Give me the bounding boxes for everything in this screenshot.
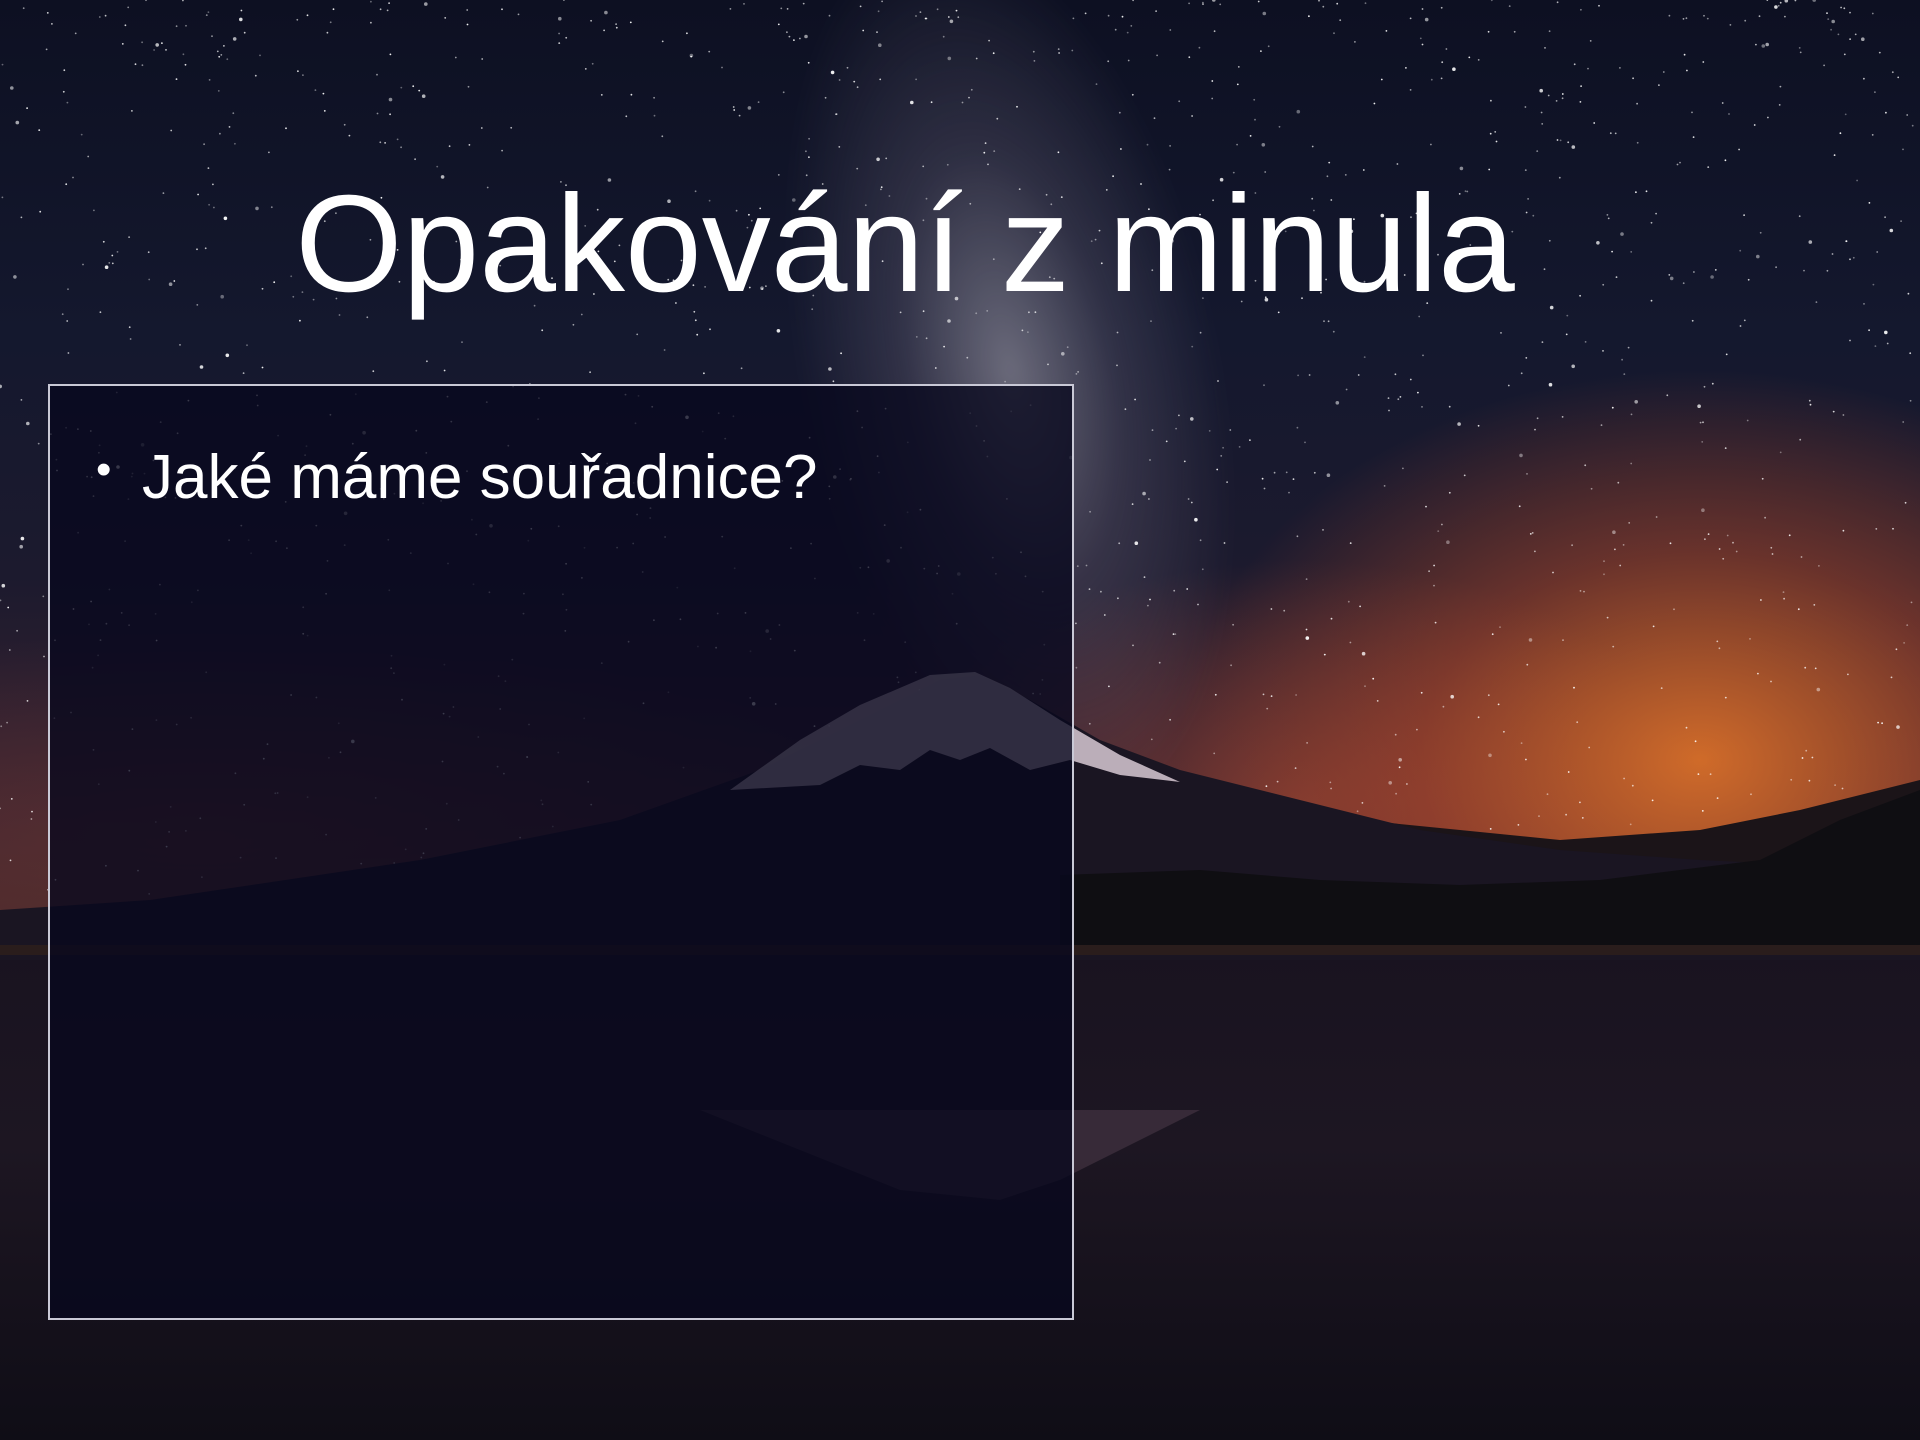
slide: Opakování z minula • Jaké máme souřadnic… — [0, 0, 1920, 1440]
bullet-text: Jaké máme souřadnice? — [142, 443, 818, 512]
content-panel — [48, 384, 1074, 1320]
bullet-item: • Jaké máme souřadnice? — [96, 440, 817, 516]
bullet-marker: • — [96, 445, 112, 494]
bullet-list: • Jaké máme souřadnice? — [96, 440, 817, 516]
slide-title: Opakování z minula — [295, 167, 1515, 321]
